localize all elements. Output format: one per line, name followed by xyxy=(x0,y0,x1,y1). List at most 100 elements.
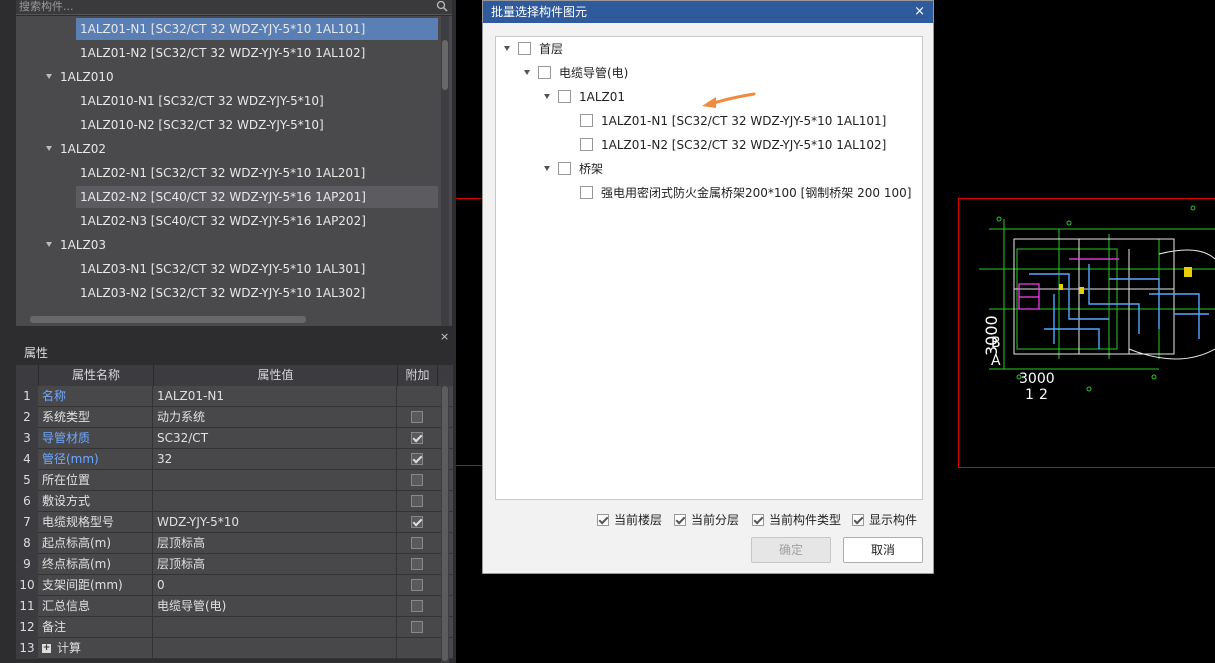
tree-group[interactable]: 1ALZ03 xyxy=(46,234,106,256)
option-current-floor[interactable]: 当前楼层 xyxy=(597,512,662,528)
property-extra-checkbox[interactable] xyxy=(411,558,423,570)
option-checkbox[interactable] xyxy=(852,513,864,526)
option-checkbox[interactable] xyxy=(674,513,686,526)
property-name: 起点标高(m) xyxy=(39,533,153,554)
property-value[interactable]: 32 xyxy=(154,449,397,470)
property-row[interactable]: 3 导管材质 SC32/CT xyxy=(16,428,453,449)
option-checkbox[interactable] xyxy=(752,513,764,526)
property-value[interactable]: 电缆导管(电) xyxy=(154,596,397,617)
property-row[interactable]: 6 敷设方式 xyxy=(16,491,453,512)
property-row[interactable]: 5 所在位置 xyxy=(16,470,453,491)
search-input[interactable]: 搜索构件... xyxy=(16,0,452,15)
property-value[interactable] xyxy=(154,617,397,638)
node-checkbox[interactable] xyxy=(580,186,593,199)
node-label: 1ALZ01 xyxy=(579,90,626,104)
tree-item[interactable]: 1ALZ02-N3 [SC40/CT 32 WDZ-YJY-5*16 1AP20… xyxy=(76,210,370,232)
dialog-tree-node[interactable]: 1ALZ01-N1 [SC32/CT 32 WDZ-YJY-5*10 1AL10… xyxy=(580,111,886,131)
cad-drawing[interactable]: 3000 B A 3000 1 2 xyxy=(959,199,1215,467)
property-scroll-thumb[interactable] xyxy=(442,386,448,661)
cancel-button[interactable]: 取消 xyxy=(843,537,923,563)
property-value[interactable] xyxy=(154,470,397,491)
header-index xyxy=(16,365,39,386)
property-extra-checkbox[interactable] xyxy=(411,411,423,423)
node-checkbox[interactable] xyxy=(558,90,571,103)
expand-triangle-icon[interactable] xyxy=(46,242,52,247)
dialog-tree-node[interactable]: 1ALZ01 xyxy=(544,87,625,107)
property-extra-checkbox[interactable] xyxy=(411,579,423,591)
component-panel: 搜索构件... 1ALZ01-N1 [SC32/CT 32 WDZ-YJY-5*… xyxy=(0,0,456,663)
option-label: 当前构件类型 xyxy=(769,513,842,527)
property-row[interactable]: 9 终点标高(m) 层顶标高 xyxy=(16,554,453,575)
property-value[interactable]: 0 xyxy=(154,575,397,596)
property-value[interactable]: 动力系统 xyxy=(154,407,397,428)
property-row[interactable]: 10 支架间距(mm) 0 xyxy=(16,575,453,596)
property-extra-checkbox[interactable] xyxy=(411,537,423,549)
node-checkbox[interactable] xyxy=(580,114,593,127)
search-icon[interactable] xyxy=(436,0,448,13)
property-row[interactable]: 2 系统类型 动力系统 xyxy=(16,407,453,428)
node-label: 首层 xyxy=(539,42,564,56)
property-value[interactable] xyxy=(154,491,397,512)
property-extra-checkbox[interactable] xyxy=(411,600,423,612)
property-row[interactable]: 8 起点标高(m) 层顶标高 xyxy=(16,533,453,554)
property-value[interactable]: SC32/CT xyxy=(154,428,397,449)
option-checkbox[interactable] xyxy=(597,513,609,526)
property-name: 系统类型 xyxy=(39,407,153,428)
property-extra-checkbox[interactable] xyxy=(411,516,423,528)
property-extra-checkbox[interactable] xyxy=(411,495,423,507)
node-checkbox[interactable] xyxy=(518,42,531,55)
dialog-tree-node[interactable]: 1ALZ01-N2 [SC32/CT 32 WDZ-YJY-5*10 1AL10… xyxy=(580,135,886,155)
expand-triangle-icon[interactable] xyxy=(46,74,52,79)
dialog-titlebar[interactable]: 批量选择构件图元 × xyxy=(483,1,933,23)
property-name-text: 系统类型 xyxy=(42,410,91,424)
tree-item[interactable]: 1ALZ03-N1 [SC32/CT 32 WDZ-YJY-5*10 1AL30… xyxy=(76,258,369,280)
property-value[interactable]: 1ALZ01-N1 xyxy=(154,386,397,407)
property-extra-checkbox[interactable] xyxy=(411,474,423,486)
property-value[interactable]: 层顶标高 xyxy=(154,554,397,575)
tree-group[interactable]: 1ALZ010 xyxy=(46,66,114,88)
expand-triangle-icon[interactable] xyxy=(504,46,510,51)
tree-item[interactable]: 1ALZ010-N2 [SC32/CT 32 WDZ-YJY-5*10] xyxy=(76,114,328,136)
dialog-tree-node[interactable]: 电缆导管(电) xyxy=(524,63,628,83)
property-value[interactable]: 层顶标高 xyxy=(154,533,397,554)
property-extra-checkbox[interactable] xyxy=(411,432,423,444)
option-current-layer[interactable]: 当前分层 xyxy=(674,512,739,528)
option-current-type[interactable]: 当前构件类型 xyxy=(752,512,841,528)
tree-item[interactable]: 1ALZ03-N2 [SC32/CT 32 WDZ-YJY-5*10 1AL30… xyxy=(76,282,369,304)
dialog-close-icon[interactable]: × xyxy=(914,1,925,23)
property-extra-checkbox[interactable] xyxy=(411,621,423,633)
panel-divider[interactable] xyxy=(16,328,452,332)
dialog-tree-node[interactable]: 强电用密闭式防火金属桥架200*100 [钢制桥架 200 100] xyxy=(580,183,911,203)
node-checkbox[interactable] xyxy=(580,138,593,151)
tree-hscroll-thumb[interactable] xyxy=(30,316,306,323)
tree-group[interactable]: 1ALZ02 xyxy=(46,138,106,160)
batch-select-dialog: 批量选择构件图元 × 首层电缆导管(电) 1ALZ01 1ALZ01-N1 [SC3… xyxy=(482,0,934,574)
node-checkbox[interactable] xyxy=(538,66,551,79)
property-value[interactable]: WDZ-YJY-5*10 xyxy=(154,512,397,533)
property-row[interactable]: 7 电缆规格型号 WDZ-YJY-5*10 xyxy=(16,512,453,533)
tree-item[interactable]: 1ALZ02-N2 [SC40/CT 32 WDZ-YJY-5*16 1AP20… xyxy=(76,186,438,208)
node-checkbox[interactable] xyxy=(558,162,571,175)
property-row[interactable]: 4 管径(mm) 32 xyxy=(16,449,453,470)
tree-item[interactable]: 1ALZ02-N1 [SC32/CT 32 WDZ-YJY-5*10 1AL20… xyxy=(76,162,369,184)
axis-2-label: 2 xyxy=(1039,387,1048,403)
tree-item[interactable]: 1ALZ01-N1 [SC32/CT 32 WDZ-YJY-5*10 1AL10… xyxy=(76,18,438,40)
dialog-tree-node[interactable]: 首层 xyxy=(504,39,563,59)
dialog-tree-node[interactable]: 桥架 xyxy=(544,159,603,179)
expand-triangle-icon[interactable] xyxy=(46,146,52,151)
option-show-components[interactable]: 显示构件 xyxy=(852,512,917,528)
tree-scroll-thumb[interactable] xyxy=(442,40,448,90)
expand-triangle-icon[interactable] xyxy=(544,166,550,171)
property-row[interactable]: 12 备注 xyxy=(16,617,453,638)
property-row[interactable]: 13 + 计算 xyxy=(16,638,453,659)
expand-triangle-icon[interactable] xyxy=(544,94,550,99)
property-extra-checkbox[interactable] xyxy=(411,453,423,465)
tree-item[interactable]: 1ALZ01-N2 [SC32/CT 32 WDZ-YJY-5*10 1AL10… xyxy=(76,42,369,64)
property-value[interactable] xyxy=(154,638,397,659)
expand-triangle-icon[interactable] xyxy=(524,70,530,75)
expand-plus-icon[interactable]: + xyxy=(42,644,51,653)
ok-button[interactable]: 确定 xyxy=(751,537,831,563)
property-row[interactable]: 11 汇总信息 电缆导管(电) xyxy=(16,596,453,617)
tree-item[interactable]: 1ALZ010-N1 [SC32/CT 32 WDZ-YJY-5*10] xyxy=(76,90,328,112)
property-row[interactable]: 1 名称 1ALZ01-N1 xyxy=(16,386,453,407)
